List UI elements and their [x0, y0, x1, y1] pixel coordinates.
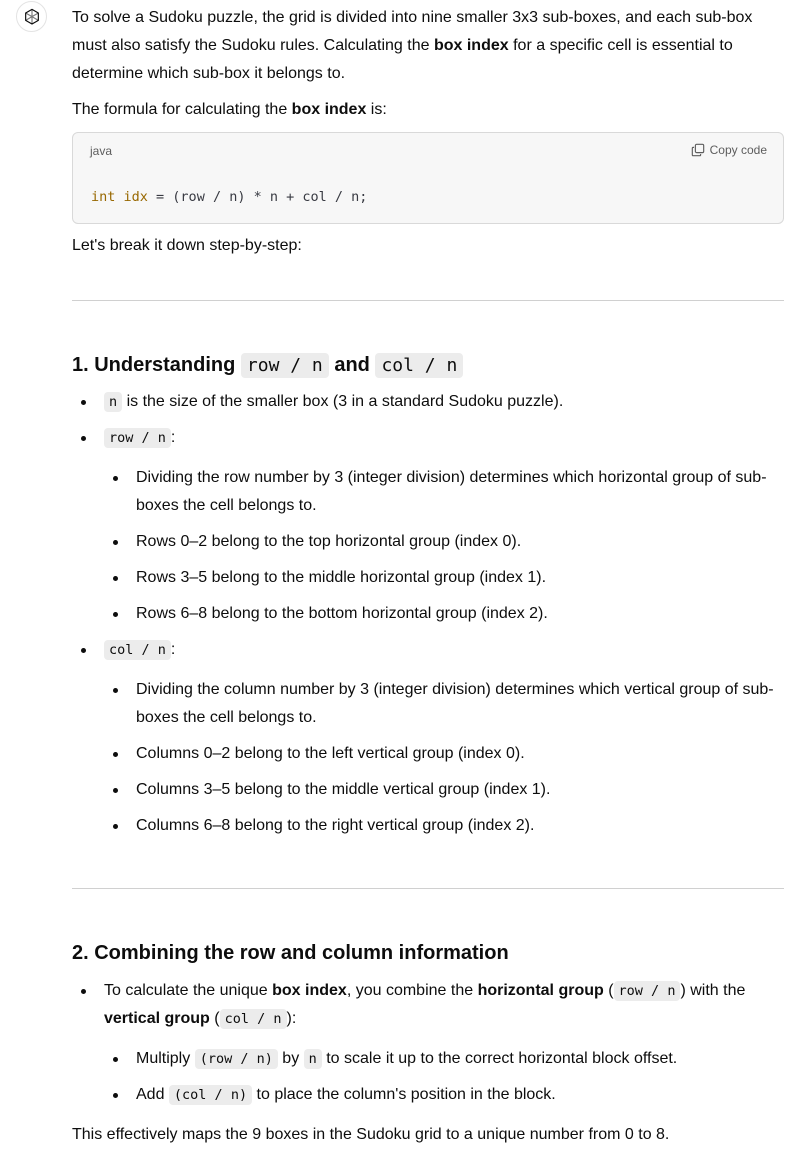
sub-list-item: Rows 0–2 belong to the top horizontal gr…: [104, 528, 784, 556]
section2-list: To calculate the unique box index, you c…: [72, 977, 784, 1109]
sub-list: Dividing the column number by 3 (integer…: [104, 676, 784, 840]
sub-list-item: Multiply (row / n) by n to scale it up t…: [104, 1045, 784, 1073]
copy-icon: [691, 143, 704, 157]
code-block: java Copy code int idx = (row / n) * n +…: [72, 132, 784, 224]
sub-list-item: Columns 6–8 belong to the right vertical…: [104, 812, 784, 840]
section1-heading: 1. Understanding row / n and col / n: [72, 351, 784, 380]
formula-intro: The formula for calculating the box inde…: [72, 101, 387, 118]
sub-list-item: Dividing the column number by 3 (integer…: [104, 676, 784, 732]
assistant-message: To solve a Sudoku puzzle, the grid is di…: [72, 4, 784, 1149]
list-item: n is the size of the smaller box (3 in a…: [72, 388, 784, 416]
code-language-label: java: [90, 144, 113, 158]
breakdown-text: Let's break it down step-by-step:: [72, 237, 302, 254]
sub-list: Dividing the row number by 3 (integer di…: [104, 464, 784, 628]
section2-heading: 2. Combining the row and column informat…: [72, 942, 509, 964]
copy-code-label: Copy code: [709, 143, 767, 157]
section1-list: n is the size of the smaller box (3 in a…: [72, 388, 784, 840]
divider: [72, 888, 784, 889]
intro-paragraph: To solve a Sudoku puzzle, the grid is di…: [72, 9, 753, 82]
list-item: To calculate the unique box index, you c…: [72, 977, 784, 1109]
sub-list-item: Rows 6–8 belong to the bottom horizontal…: [104, 600, 784, 628]
list-item: col / n: Dividing the column number by 3…: [72, 636, 784, 840]
divider: [72, 300, 784, 301]
sub-list-item: Rows 3–5 belong to the middle horizontal…: [104, 564, 784, 592]
closing-paragraph: This effectively maps the 9 boxes in the…: [72, 1126, 670, 1143]
list-item: row / n: Dividing the row number by 3 (i…: [72, 424, 784, 628]
openai-logo-icon: [24, 8, 39, 25]
copy-code-button[interactable]: Copy code: [691, 143, 767, 157]
sub-list-item: Dividing the row number by 3 (integer di…: [104, 464, 784, 520]
assistant-avatar: [16, 1, 47, 32]
sub-list-item: Columns 3–5 belong to the middle vertica…: [104, 776, 784, 804]
sub-list-item: Columns 0–2 belong to the left vertical …: [104, 740, 784, 768]
code-line: int idx = (row / n) * n + col / n;: [91, 189, 368, 205]
sub-list-item: Add (col / n) to place the column's posi…: [104, 1081, 784, 1109]
sub-list: Multiply (row / n) by n to scale it up t…: [104, 1045, 784, 1109]
